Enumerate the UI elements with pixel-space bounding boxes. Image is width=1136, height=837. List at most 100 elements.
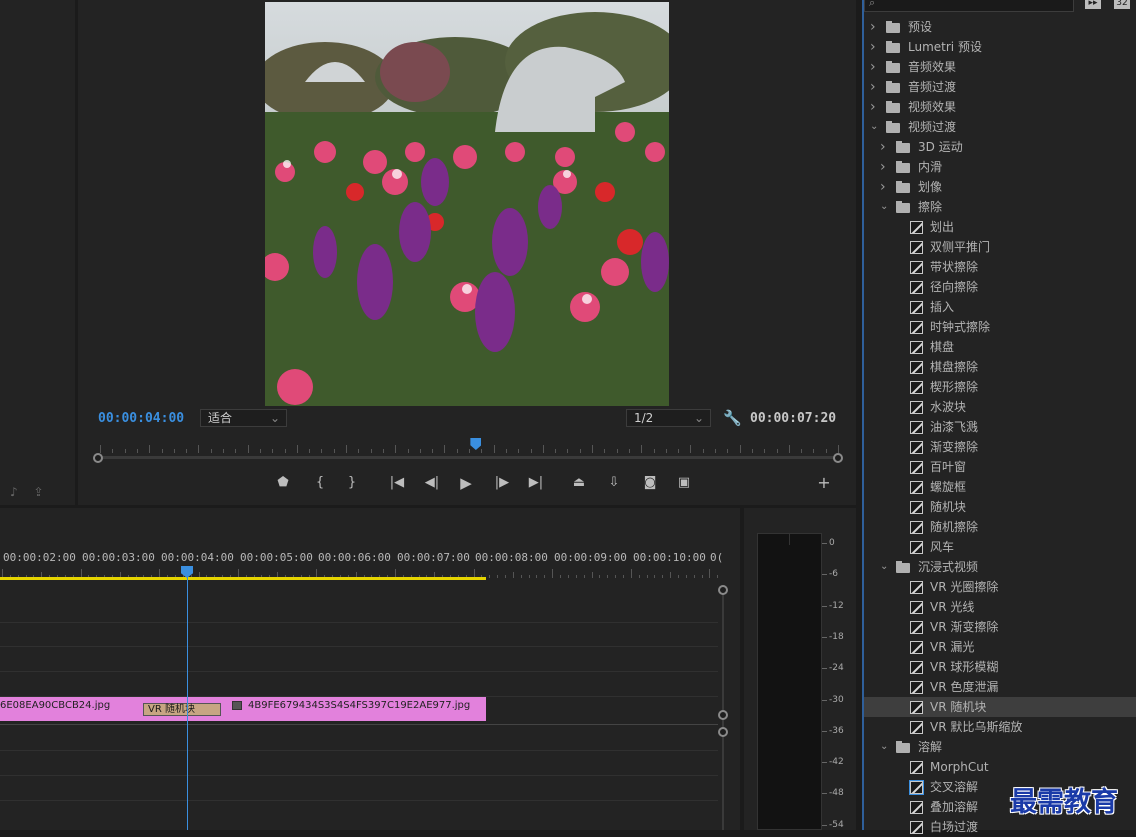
scroll-handle[interactable] [718, 727, 728, 737]
effects-folder[interactable]: › 音频过渡 [864, 77, 1136, 97]
add-button-icon[interactable]: + [814, 474, 834, 492]
playback-resolution-dropdown[interactable]: 1/2 ⌄ [626, 409, 711, 427]
chevron-right-icon[interactable]: › [870, 57, 876, 77]
effects-folder[interactable]: ⌄ 擦除 [864, 197, 1136, 217]
monitor-time-ruler[interactable] [96, 439, 840, 453]
scrub-start-handle[interactable] [93, 453, 103, 463]
effect-item[interactable]: 棋盘擦除 [864, 357, 1136, 377]
effect-item[interactable]: 水波块 [864, 397, 1136, 417]
marker-icon[interactable]: ⬟ [273, 474, 293, 492]
work-area-bar[interactable] [0, 577, 486, 580]
effect-item[interactable]: 风车 [864, 537, 1136, 557]
effect-item[interactable]: 随机擦除 [864, 517, 1136, 537]
zoom-level-dropdown[interactable]: 适合 ⌄ [200, 409, 287, 427]
effect-item[interactable]: 插入 [864, 297, 1136, 317]
chevron-right-icon[interactable]: › [880, 137, 886, 157]
32bit-effects-icon[interactable]: 32 [1114, 0, 1130, 9]
effects-folder[interactable]: › 划像 [864, 177, 1136, 197]
chevron-down-icon[interactable]: ⌄ [870, 117, 878, 137]
scroll-handle[interactable] [718, 585, 728, 595]
effects-folder[interactable]: ⌄ 沉浸式视频 [864, 557, 1136, 577]
effect-item[interactable]: VR 渐变擦除 [864, 617, 1136, 637]
effect-item[interactable]: 双侧平推门 [864, 237, 1136, 257]
effect-item[interactable]: VR 默比乌斯缩放 [864, 717, 1136, 737]
effect-item[interactable]: 百叶窗 [864, 457, 1136, 477]
effects-folder[interactable]: › 视频效果 [864, 97, 1136, 117]
extract-icon[interactable]: ⇩ [604, 474, 624, 492]
ruler-tick [591, 572, 593, 578]
effect-item[interactable]: 渐变擦除 [864, 437, 1136, 457]
chevron-right-icon[interactable]: › [870, 17, 876, 37]
effect-item[interactable]: 时钟式擦除 [864, 317, 1136, 337]
transition-clip[interactable]: VR 随机块 [143, 703, 221, 716]
chevron-right-icon[interactable]: › [870, 97, 876, 117]
scrub-end-handle[interactable] [833, 453, 843, 463]
effect-item[interactable]: VR 球形模糊 [864, 657, 1136, 677]
transition-effect-icon [910, 421, 923, 434]
chevron-down-icon[interactable]: ⌄ [880, 197, 888, 217]
effect-item[interactable]: VR 随机块 [864, 697, 1136, 717]
compare-icon[interactable]: ▣ [674, 474, 694, 492]
chevron-right-icon[interactable]: › [870, 77, 876, 97]
scroll-handle[interactable] [718, 710, 728, 720]
folder-icon [896, 741, 910, 753]
effect-item[interactable]: 随机块 [864, 497, 1136, 517]
effects-folder[interactable]: › 预设 [864, 17, 1136, 37]
effect-item[interactable]: VR 光线 [864, 597, 1136, 617]
effect-item[interactable]: 径向擦除 [864, 277, 1136, 297]
timeline-vertical-scrollbar[interactable] [722, 588, 724, 830]
chevron-down-icon[interactable]: ⌄ [880, 557, 888, 577]
play-icon[interactable]: ▶ [456, 474, 476, 492]
effect-item-label: VR 色度泄漏 [930, 680, 999, 694]
monitor-scrub-bar[interactable] [93, 452, 843, 464]
step-back-icon[interactable]: ◀| [422, 474, 442, 492]
transition-effect-icon [910, 221, 923, 234]
chevron-right-icon[interactable]: › [880, 157, 886, 177]
effect-item[interactable]: 划出 [864, 217, 1136, 237]
mark-out-icon[interactable]: } [342, 474, 362, 492]
lift-icon[interactable]: ⏏ [569, 474, 589, 492]
effects-folder-label: 划像 [918, 180, 943, 194]
wrench-icon[interactable]: 🔧 [723, 409, 742, 427]
effect-item[interactable]: 油漆飞溅 [864, 417, 1136, 437]
ruler-tick [567, 575, 569, 578]
go-to-out-icon[interactable]: ▶| [526, 474, 546, 492]
effect-item[interactable]: VR 光圈擦除 [864, 577, 1136, 597]
effect-item[interactable]: VR 色度泄漏 [864, 677, 1136, 697]
chevron-right-icon[interactable]: › [880, 177, 886, 197]
effect-item[interactable]: 带状擦除 [864, 257, 1136, 277]
folder-icon [886, 101, 900, 113]
mark-in-icon[interactable]: { [310, 474, 330, 492]
effects-folder[interactable]: ⌄ 视频过渡 [864, 117, 1136, 137]
effects-folder[interactable]: › Lumetri 预设 [864, 37, 1136, 57]
effects-folder[interactable]: ⌄ 溶解 [864, 737, 1136, 757]
effect-item[interactable]: 螺旋框 [864, 477, 1136, 497]
effect-item-label: 划出 [930, 220, 955, 234]
ruler-tick [520, 575, 522, 578]
step-forward-icon[interactable]: |▶ [492, 474, 512, 492]
effect-item[interactable]: 白场过渡 [864, 817, 1136, 837]
video-clip[interactable]: 6E08EA90CBCB24.jpg 4B9FE679434S3S4S4FS39… [0, 697, 486, 721]
effect-item[interactable]: VR 漏光 [864, 637, 1136, 657]
effect-item[interactable]: MorphCut [864, 757, 1136, 777]
chevron-down-icon[interactable]: ⌄ [880, 737, 888, 757]
folder-icon [886, 41, 900, 53]
zoom-level-value: 适合 [208, 411, 233, 425]
meter-scale-tick [822, 668, 827, 670]
accelerated-effects-icon[interactable]: ▸▸ [1085, 0, 1101, 9]
effects-search-input[interactable]: ⌕ [864, 0, 1074, 12]
ruler-tick [662, 575, 664, 578]
effect-item-label: 百叶窗 [930, 460, 967, 474]
current-timecode[interactable]: 00:00:04:00 [98, 411, 184, 426]
effects-folder[interactable]: › 3D 运动 [864, 137, 1136, 157]
meter-scale-tick [822, 636, 827, 638]
ruler-tick [638, 575, 640, 578]
effect-item[interactable]: 楔形擦除 [864, 377, 1136, 397]
effects-folder[interactable]: › 内滑 [864, 157, 1136, 177]
export-frame-icon[interactable]: ◙ [640, 474, 660, 492]
go-to-in-icon[interactable]: |◀ [387, 474, 407, 492]
effect-item[interactable]: 棋盘 [864, 337, 1136, 357]
effect-item-label: 双侧平推门 [930, 240, 991, 254]
chevron-right-icon[interactable]: › [870, 37, 876, 57]
effects-folder[interactable]: › 音频效果 [864, 57, 1136, 77]
